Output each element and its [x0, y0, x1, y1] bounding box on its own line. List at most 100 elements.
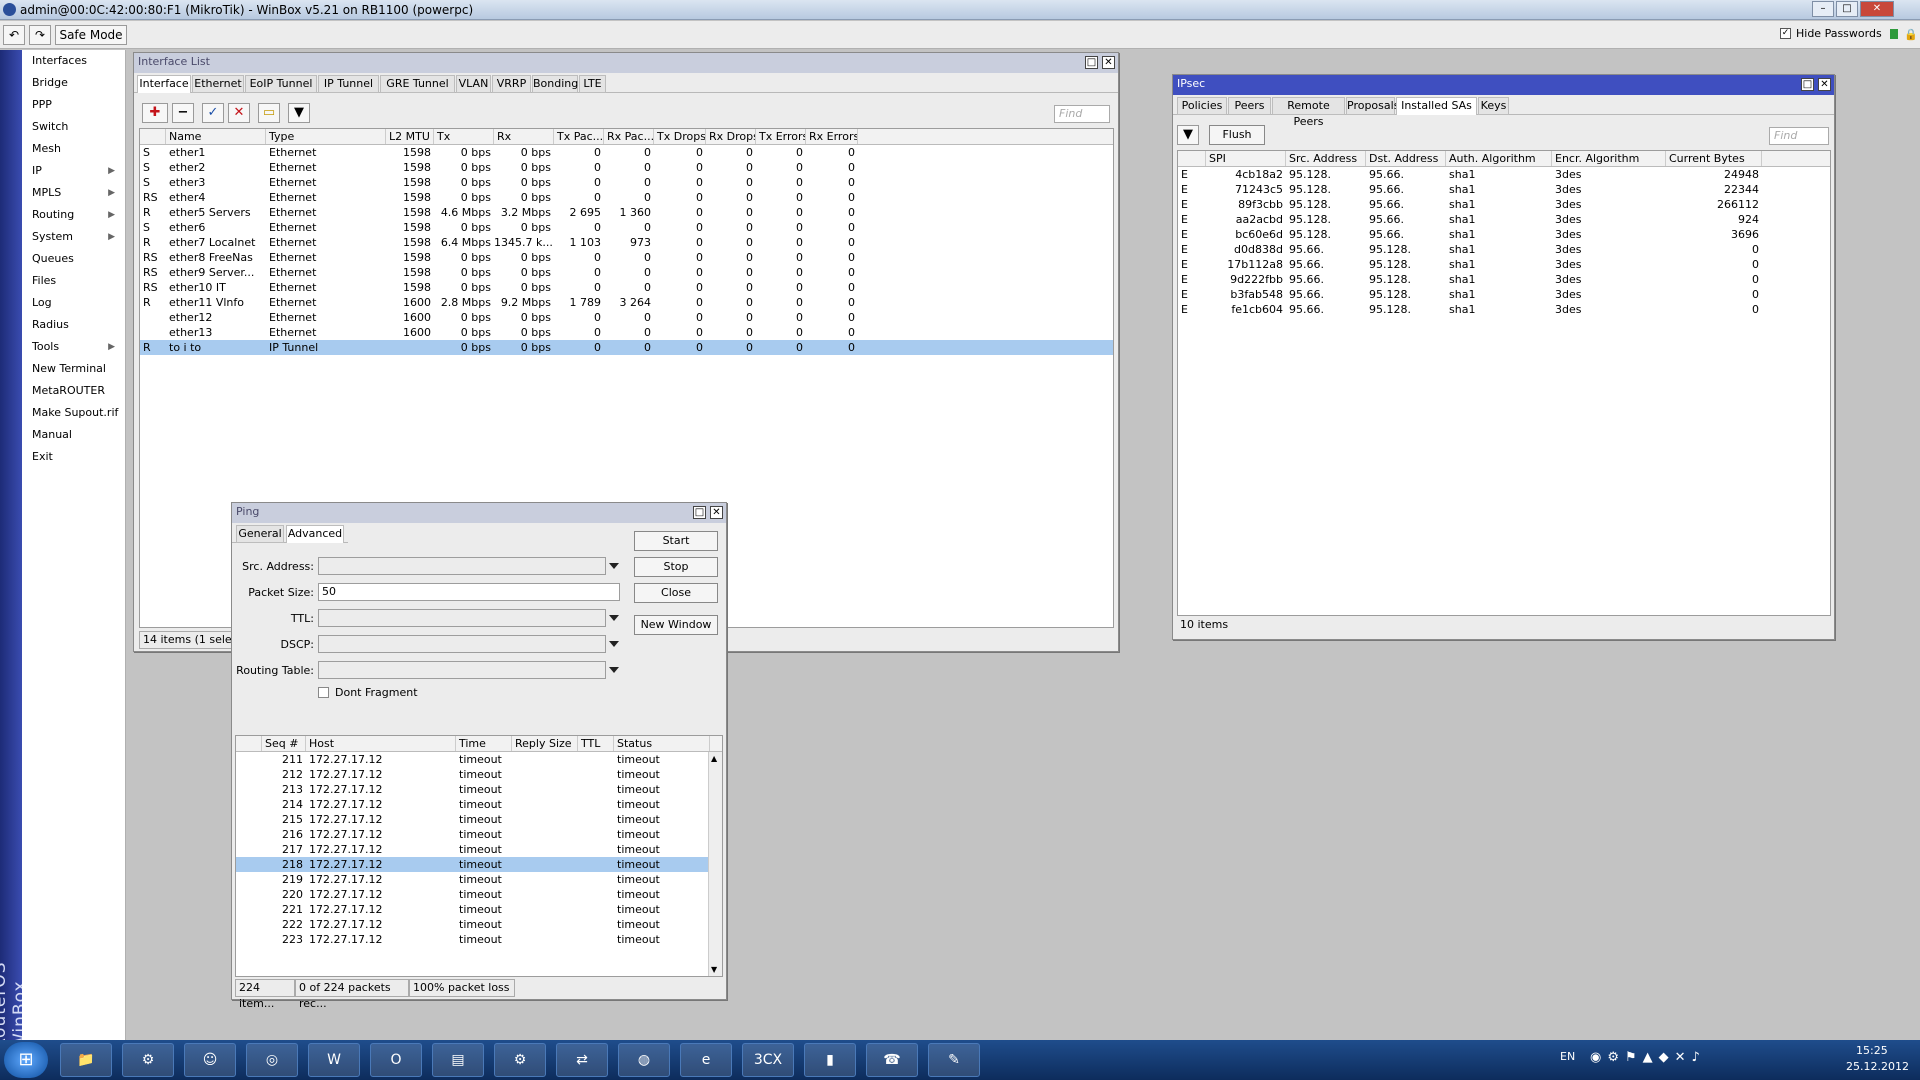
table-row[interactable]: 215 172.27.17.12 timeout timeout: [236, 812, 722, 827]
column-header[interactable]: Tx Pac...: [554, 129, 604, 144]
ttl-field[interactable]: [318, 609, 606, 627]
menu-item-system[interactable]: System ▶: [22, 226, 125, 248]
disable-icon[interactable]: ✕: [228, 103, 250, 123]
table-row[interactable]: 216 172.27.17.12 timeout timeout: [236, 827, 722, 842]
table-row[interactable]: ether12 Ethernet 1600 0 bps 0 bps 0 0 0 0 0 0: [140, 310, 1113, 325]
table-row[interactable]: 212 172.27.17.12 timeout timeout: [236, 767, 722, 782]
scroll-up-icon[interactable]: ▲: [711, 754, 717, 763]
close-icon[interactable]: ✕: [710, 506, 723, 519]
menu-item-mpls[interactable]: MPLS ▶: [22, 182, 125, 204]
maximize-icon[interactable]: □: [693, 506, 706, 519]
tab-lte[interactable]: LTE: [579, 75, 606, 93]
table-row[interactable]: Rether11 Vlnfo Ethernet 1600 2.8 Mbps 9.2 Mb…: [140, 295, 1113, 310]
stop-button[interactable]: Stop: [634, 557, 718, 577]
table-row[interactable]: Rto i to IP Tunnel 0 bps 0 bps 0 0 0 0 0 0: [140, 340, 1113, 355]
table-row[interactable]: Ed0d838d 95.66. 95.128. sha1 3des 0: [1178, 242, 1830, 257]
column-header[interactable]: Name: [166, 129, 266, 144]
close-icon[interactable]: ✕: [1102, 56, 1115, 69]
table-row[interactable]: RS ether9 Server... Ethernet 1598 0 bps 0 bps…: [140, 265, 1113, 280]
table-row[interactable]: 221 172.27.17.12 timeout timeout: [236, 902, 722, 917]
filter-icon[interactable]: ▼: [288, 103, 310, 123]
tab-peers[interactable]: Peers: [1228, 97, 1271, 115]
column-header[interactable]: Rx Pac...: [604, 129, 654, 144]
menu-item-routing[interactable]: Routing ▶: [22, 204, 125, 226]
enable-icon[interactable]: ✓: [202, 103, 224, 123]
tab-ethernet[interactable]: Ethernet: [192, 75, 244, 93]
table-row[interactable]: RS ether8 FreeNas Ethernet 1598 0 bps 0 bps 0 0…: [140, 250, 1113, 265]
tab-installed-sas[interactable]: Installed SAs: [1396, 97, 1477, 115]
maximize-button[interactable]: □: [1836, 1, 1858, 17]
start-button[interactable]: Start: [634, 531, 718, 551]
redo-button[interactable]: ↷: [29, 25, 51, 45]
maximize-icon[interactable]: □: [1085, 56, 1098, 69]
column-header[interactable]: Src. Address: [1286, 151, 1366, 166]
menu-item-switch[interactable]: Switch: [22, 116, 125, 138]
packet-size-input[interactable]: 50: [318, 583, 620, 601]
menu-item-metarouter[interactable]: MetaROUTER: [22, 380, 125, 402]
tab-advanced[interactable]: Advanced: [286, 525, 344, 543]
column-header[interactable]: Status: [614, 736, 710, 751]
src-address-field[interactable]: [318, 557, 606, 575]
column-header[interactable]: Dst. Address: [1366, 151, 1446, 166]
table-row[interactable]: Sether6 Ethernet 1598 0 bps 0 bps 0 0 0 0 0 0: [140, 220, 1113, 235]
column-header[interactable]: Current Bytes: [1666, 151, 1762, 166]
menu-item-make-supout-rif[interactable]: Make Supout.rif: [22, 402, 125, 424]
tab-remote-peers[interactable]: Remote Peers: [1272, 97, 1345, 128]
menu-item-bridge[interactable]: Bridge: [22, 72, 125, 94]
minimize-button[interactable]: –: [1812, 1, 1834, 17]
column-header[interactable]: TTL: [578, 736, 614, 751]
table-row[interactable]: Rether7 Localnet Ethernet 1598 6.4 Mbps 1345…: [140, 235, 1113, 250]
column-header[interactable]: Time: [456, 736, 512, 751]
menu-item-manual[interactable]: Manual: [22, 424, 125, 446]
find-input[interactable]: Find: [1054, 105, 1110, 123]
add-icon[interactable]: ✚: [142, 103, 168, 123]
table-row[interactable]: Sether2 Ethernet 1598 0 bps 0 bps 0 0 0 0 0 0: [140, 160, 1113, 175]
taskbar-app-winbox-icon[interactable]: ⚙: [122, 1043, 174, 1077]
taskbar-app-folder-icon[interactable]: 📁: [60, 1043, 112, 1077]
menu-item-queues[interactable]: Queues: [22, 248, 125, 270]
tab-general[interactable]: General: [236, 525, 284, 543]
tab-policies[interactable]: Policies: [1177, 97, 1227, 115]
taskbar-app-phone-icon[interactable]: ☎: [866, 1043, 918, 1077]
table-row[interactable]: 223 172.27.17.12 timeout timeout: [236, 932, 722, 947]
undo-button[interactable]: ↶: [3, 25, 25, 45]
taskbar-app-globe-icon[interactable]: ◍: [618, 1043, 670, 1077]
tab-vrrp[interactable]: VRRP: [492, 75, 531, 93]
tab-proposals[interactable]: Proposals: [1346, 97, 1399, 115]
taskbar-app-cmd-icon[interactable]: ▮: [804, 1043, 856, 1077]
remove-icon[interactable]: −: [172, 103, 194, 123]
column-header[interactable]: Auth. Algorithm: [1446, 151, 1552, 166]
dropdown-arrow-icon[interactable]: [609, 641, 619, 647]
table-row[interactable]: 222 172.27.17.12 timeout timeout: [236, 917, 722, 932]
menu-item-ppp[interactable]: PPP: [22, 94, 125, 116]
menu-item-mesh[interactable]: Mesh: [22, 138, 125, 160]
table-row[interactable]: 217 172.27.17.12 timeout timeout: [236, 842, 722, 857]
taskbar-app-network-icon[interactable]: ⇄: [556, 1043, 608, 1077]
clock-time[interactable]: 15:25: [1856, 1044, 1888, 1057]
menu-item-tools[interactable]: Tools ▶: [22, 336, 125, 358]
dropdown-arrow-icon[interactable]: [609, 615, 619, 621]
tab-vlan[interactable]: VLAN: [456, 75, 491, 93]
table-row[interactable]: E 4cb18a2 95.128. 95.66. sha1 3des 24948: [1178, 167, 1830, 182]
table-row[interactable]: RS ether4 Ethernet 1598 0 bps 0 bps 0 0 0 0 0 0: [140, 190, 1113, 205]
table-row[interactable]: 214 172.27.17.12 timeout timeout: [236, 797, 722, 812]
table-row[interactable]: Sether3 Ethernet 1598 0 bps 0 bps 0 0 0 0 0 0: [140, 175, 1113, 190]
table-row[interactable]: E 9d222fbb 95.66. 95.128. sha1 3des 0: [1178, 272, 1830, 287]
tab-bonding[interactable]: Bonding: [532, 75, 578, 93]
hide-passwords-checkbox[interactable]: ✓: [1780, 28, 1791, 39]
table-row[interactable]: Efe1cb604 95.66. 95.128. sha1 3des 0: [1178, 302, 1830, 317]
table-row[interactable]: E 89f3cbb 95.128. 95.66. sha1 3des 266112: [1178, 197, 1830, 212]
taskbar-app-outlook-icon[interactable]: O: [370, 1043, 422, 1077]
dont-fragment-checkbox[interactable]: [318, 687, 329, 698]
taskbar-app-files-icon[interactable]: ▤: [432, 1043, 484, 1077]
tab-eoip-tunnel[interactable]: EoIP Tunnel: [245, 75, 317, 93]
menu-item-files[interactable]: Files: [22, 270, 125, 292]
table-row[interactable]: Rether5 Servers Ethernet 1598 4.6 Mbps 3.2 M…: [140, 205, 1113, 220]
table-row[interactable]: Sether1 Ethernet 1598 0 bps 0 bps 0 0 0 0 0 0: [140, 145, 1113, 160]
taskbar-app-ie-icon[interactable]: e: [680, 1043, 732, 1077]
close-icon[interactable]: ✕: [1818, 78, 1831, 91]
close-button[interactable]: ✕: [1860, 1, 1894, 17]
language-indicator[interactable]: EN: [1560, 1050, 1575, 1063]
menu-item-new-terminal[interactable]: New Terminal: [22, 358, 125, 380]
taskbar-app-pidgin-icon[interactable]: ☺: [184, 1043, 236, 1077]
